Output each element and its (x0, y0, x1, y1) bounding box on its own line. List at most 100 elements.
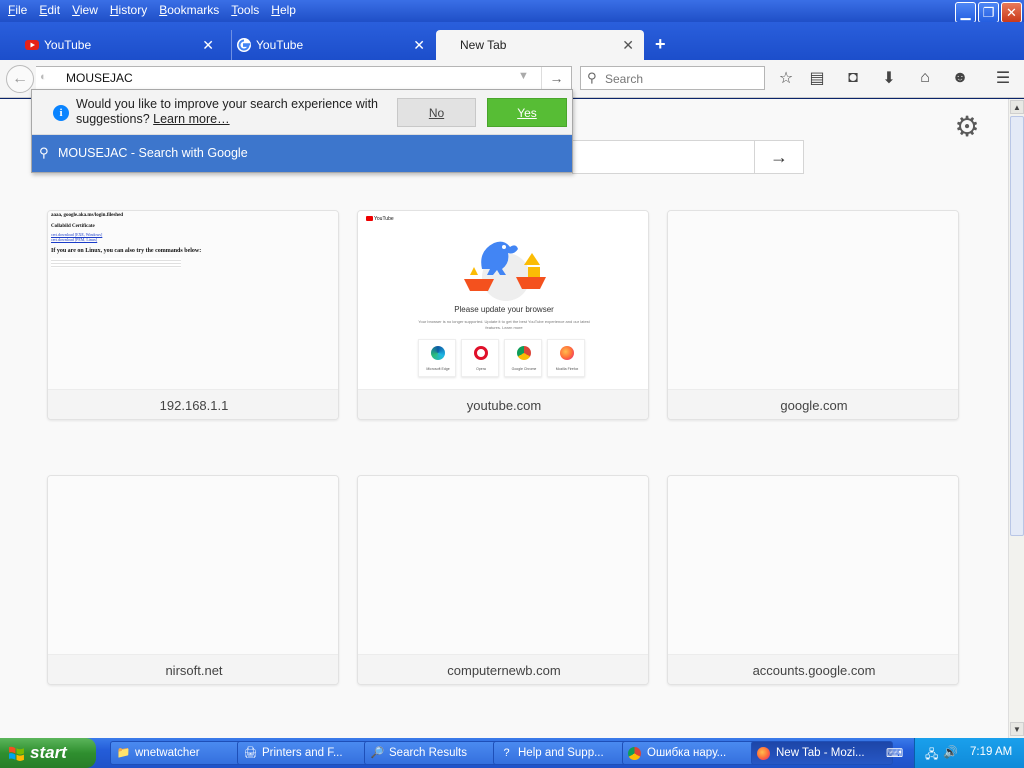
minimize-icon: ▁ (960, 4, 971, 20)
menu-history[interactable]: History (106, 3, 155, 18)
search-suggestions-popup: i Would you like to improve your search … (31, 89, 573, 173)
url-input[interactable] (66, 71, 486, 85)
browser-name: Google Chrome (511, 367, 537, 371)
taskbar-item-label: Ошибка нару... (647, 747, 727, 759)
firefox-icon (560, 346, 574, 360)
arrow-right-icon: → (770, 146, 788, 167)
printer-icon: 🖨 (243, 747, 258, 759)
search-result-row[interactable]: ⚲ MOUSEJAC - Search with Google (32, 135, 572, 172)
arrow-up-icon: ▲ (1013, 102, 1021, 112)
search-input[interactable]: Search (605, 72, 643, 86)
thumb-cert-title: Collabild Certificate (51, 224, 95, 229)
tab-title: New Tab (460, 38, 507, 52)
taskbar-item[interactable]: 📁 wnetwatcher (110, 741, 252, 765)
dropdown-arrow-icon[interactable]: ▼ (518, 70, 529, 82)
back-button[interactable]: ← (6, 65, 34, 93)
taskbar-item[interactable]: Ошибка нару... (622, 741, 764, 765)
browser-list: Microsoft Edge Opera Google Chrome Mozil… (418, 339, 590, 377)
learn-more-link[interactable]: Learn more… (153, 112, 229, 126)
network-icon[interactable]: 🖧 (925, 745, 938, 766)
firefox-icon (757, 747, 770, 760)
top-site-tile[interactable]: nirsoft.net (47, 475, 339, 685)
folder-icon: 📁 (116, 747, 131, 759)
top-site-tile[interactable]: accounts.google.com (667, 475, 959, 685)
thumb-code-block (51, 258, 181, 268)
top-site-tile[interactable]: computernewb.com (357, 475, 649, 685)
browser-card: Mozilla Firefox (547, 339, 585, 377)
close-window-button[interactable]: ✕ (1001, 2, 1022, 23)
youtube-icon (25, 40, 39, 50)
search-result-text: MOUSEJAC - Search with Google (58, 146, 248, 160)
go-button[interactable]: → (541, 67, 571, 89)
url-bar[interactable]: ◐ ▼ → (36, 66, 572, 90)
menu-edit[interactable]: Edit (35, 3, 68, 18)
newtab-search-input[interactable] (572, 140, 754, 174)
no-button[interactable]: No (397, 98, 476, 127)
keyboard-icon[interactable]: ⌨ (886, 746, 903, 760)
search-bar[interactable]: ⚲ Search (580, 66, 765, 90)
yes-button[interactable]: Yes (487, 98, 567, 127)
minimize-button[interactable]: ▁ (955, 2, 976, 23)
top-site-tile[interactable]: aaaa, google.aka.ms/login.fileshed Colla… (47, 210, 339, 420)
scroll-up-button[interactable]: ▲ (1010, 100, 1024, 114)
taskbar-item-label: New Tab - Mozi... (776, 747, 865, 759)
youtube-logo: YouTube (366, 216, 394, 222)
thumb-heading: aaaa, google.aka.ms/login.fileshed (51, 213, 124, 218)
taskbar-item-label: wnetwatcher (135, 747, 200, 759)
chrome-icon (517, 346, 531, 360)
tab-close-icon[interactable]: ✕ (622, 37, 634, 54)
thumb-linux-line: If you are on Linux, you can also try th… (51, 248, 202, 254)
scrollbar-thumb[interactable] (1010, 116, 1024, 536)
site-identity-icon[interactable]: ◐ (40, 71, 54, 85)
plus-icon: + (655, 34, 666, 54)
menu-view[interactable]: View (68, 3, 106, 18)
scroll-down-button[interactable]: ▼ (1010, 722, 1024, 736)
smiley-icon[interactable]: ☻ (950, 68, 970, 88)
bookmark-star-icon[interactable]: ☆ (776, 68, 796, 88)
vertical-scrollbar[interactable]: ▲ ▼ (1008, 99, 1024, 738)
home-icon[interactable]: ⌂ (915, 68, 935, 88)
newtab-search-button[interactable]: → (754, 140, 804, 174)
tile-label: 192.168.1.1 (48, 389, 338, 419)
info-icon: i (53, 105, 69, 121)
top-site-tile[interactable]: google.com (667, 210, 959, 420)
taskbar-item[interactable]: 🔎 Search Results (364, 741, 506, 765)
menu-tools[interactable]: Tools (227, 3, 267, 18)
gear-icon[interactable]: ⚙ (952, 112, 982, 142)
tab-close-icon[interactable]: ✕ (413, 37, 425, 54)
taskbar-item[interactable]: ? Help and Supp... (493, 741, 635, 765)
download-icon[interactable]: ⬇ (879, 68, 899, 88)
menu-bookmarks[interactable]: Bookmarks (155, 3, 227, 18)
tile-thumbnail: aaaa, google.aka.ms/login.fileshed Colla… (48, 211, 338, 389)
back-arrow-icon: ← (12, 70, 28, 87)
menu-help[interactable]: Help (267, 3, 304, 18)
menu-file[interactable]: File (4, 3, 35, 18)
tile-label: accounts.google.com (668, 654, 958, 684)
tab-close-icon[interactable]: ✕ (202, 37, 214, 54)
tab-youtube-1[interactable]: YouTube ✕ (20, 30, 224, 60)
hamburger-menu-icon[interactable]: ☰ (993, 68, 1013, 88)
volume-icon[interactable]: 🔊 (943, 745, 958, 759)
tile-thumbnail: YouTube Please update your browser Your … (358, 211, 648, 389)
browser-name: Opera (476, 367, 486, 371)
browser-name: Microsoft Edge (426, 367, 450, 371)
browser-card: Opera (461, 339, 499, 377)
maximize-button[interactable]: ❐ (978, 2, 999, 23)
windows-logo-icon (9, 746, 24, 761)
start-button[interactable]: start (0, 738, 96, 768)
arrow-down-icon: ▼ (1013, 724, 1021, 734)
opera-icon (474, 346, 488, 360)
new-tab-button[interactable]: + (655, 34, 666, 55)
pocket-icon[interactable]: ◘ (843, 68, 863, 88)
clock[interactable]: 7:19 AM (970, 746, 1012, 758)
tab-youtube-2[interactable]: YouTube ✕ (231, 30, 435, 60)
top-site-tile[interactable]: YouTube Please update your browser Your … (357, 210, 649, 420)
suggestions-optin-bar: i Would you like to improve your search … (32, 90, 572, 135)
taskbar-item[interactable]: 🖨 Printers and F... (237, 741, 379, 765)
tab-title: YouTube (44, 38, 92, 52)
reading-list-icon[interactable]: ▤ (807, 68, 827, 88)
taskbar-item-active[interactable]: New Tab - Mozi... (751, 741, 893, 765)
tile-label: youtube.com (358, 389, 648, 419)
tab-new-tab[interactable]: New Tab ✕ (436, 30, 644, 60)
thumbnail-page: aaaa, google.aka.ms/login.fileshed Colla… (51, 213, 337, 268)
